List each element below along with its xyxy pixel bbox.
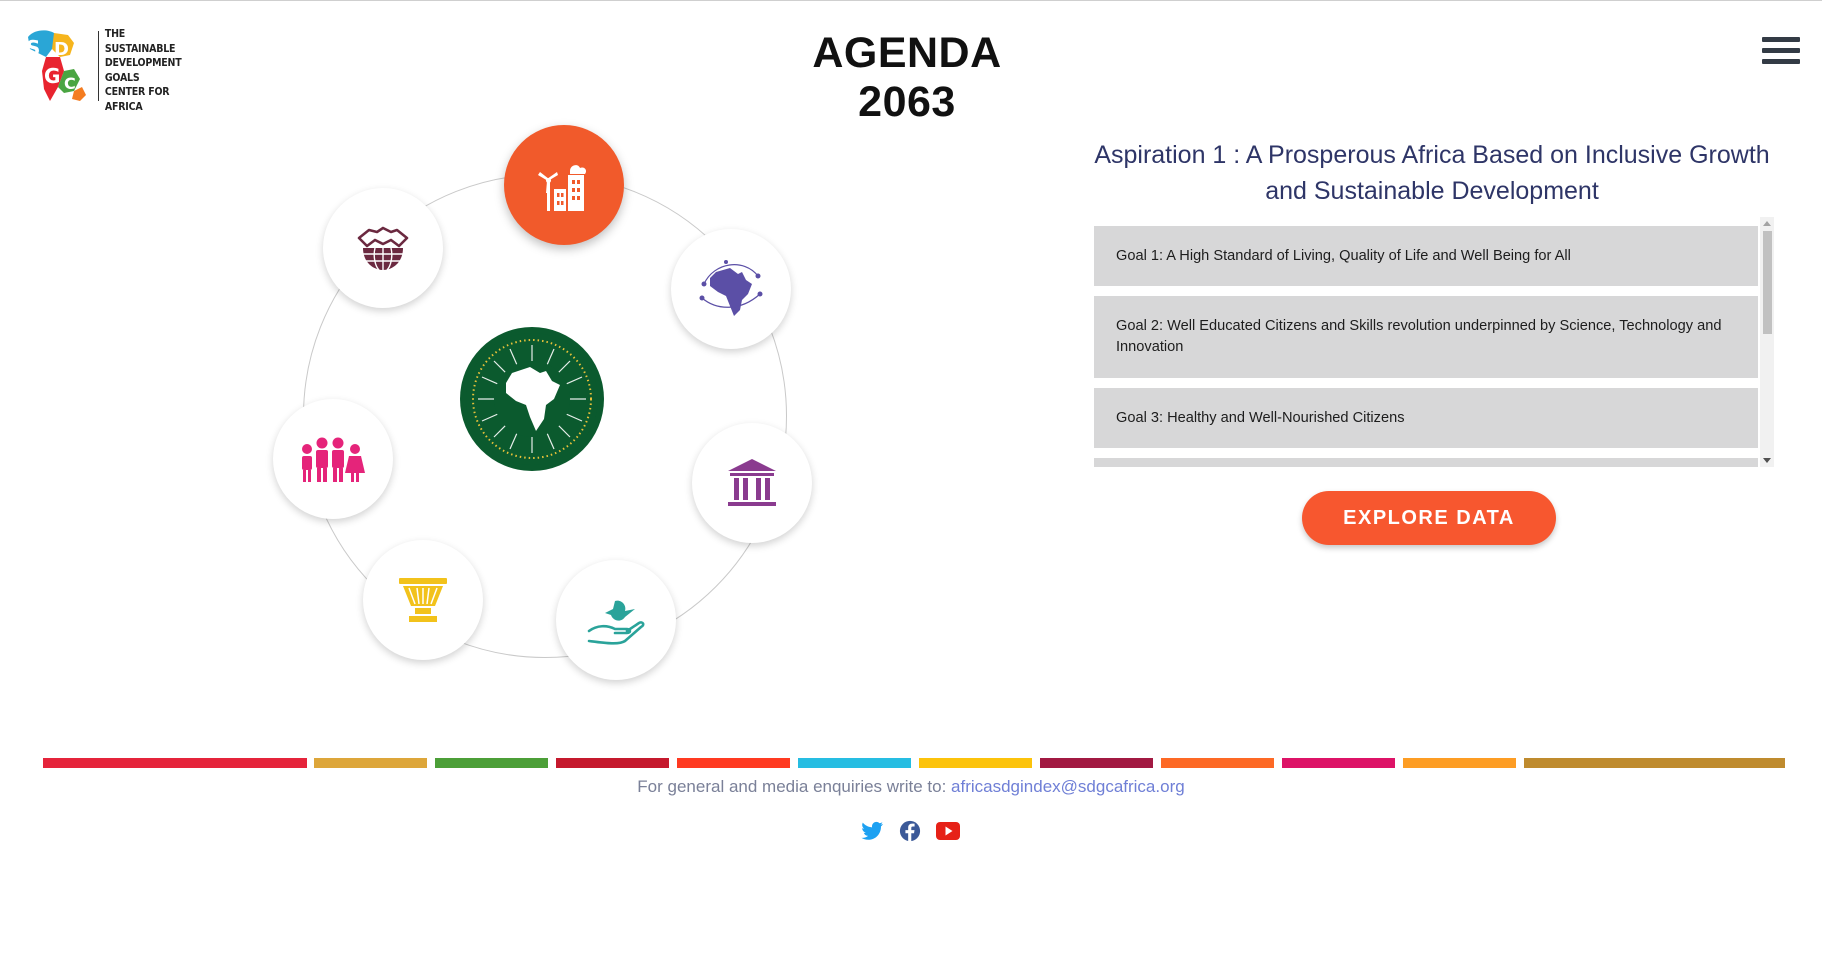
dove-hand-icon xyxy=(587,600,645,645)
scroll-thumb[interactable] xyxy=(1763,231,1772,334)
drum-icon xyxy=(399,578,447,622)
goal-item-2[interactable]: Goal 2: Well Educated Citizens and Skill… xyxy=(1094,296,1758,378)
twitter-link[interactable] xyxy=(860,819,884,843)
color-segment-11 xyxy=(1403,758,1516,768)
african-union-emblem-icon xyxy=(466,333,598,465)
wind-turbine-city-icon xyxy=(538,165,587,211)
social-links xyxy=(860,819,960,843)
logo-letter-s: S xyxy=(26,36,40,60)
youtube-link[interactable] xyxy=(936,819,960,843)
goal-item-4-partial[interactable] xyxy=(1094,458,1758,467)
color-segment-12 xyxy=(1524,758,1785,768)
logo-letter-c: C xyxy=(64,74,76,93)
facebook-link[interactable] xyxy=(898,819,922,843)
scroll-up-arrow-icon[interactable] xyxy=(1763,221,1771,226)
aspiration-7-node[interactable] xyxy=(323,188,443,308)
color-segment-6 xyxy=(798,758,911,768)
youtube-icon xyxy=(936,822,960,840)
aspirations-wheel xyxy=(250,121,830,701)
sdg-africa-logo-icon: S D G C xyxy=(24,27,94,105)
handshake-globe-icon xyxy=(357,226,409,271)
logo-letter-d: D xyxy=(54,39,69,60)
aspiration-2-node[interactable] xyxy=(671,229,791,349)
hamburger-menu-button[interactable] xyxy=(1762,37,1800,69)
institution-columns-icon xyxy=(728,459,776,506)
goal-label: Goal 3: Healthy and Well-Nourished Citiz… xyxy=(1116,409,1405,426)
goals-scrollbar[interactable] xyxy=(1760,217,1774,467)
facebook-icon xyxy=(899,820,921,842)
goals-list: Goal 1: A High Standard of Living, Quali… xyxy=(1094,217,1774,467)
sdg-center-logo[interactable]: S D G C THE SUSTAINABLE DEVELOPMENT GOAL… xyxy=(24,27,184,113)
color-segment-8 xyxy=(1040,758,1153,768)
scroll-down-arrow-icon[interactable] xyxy=(1763,458,1771,463)
color-segment-10 xyxy=(1282,758,1395,768)
family-people-icon xyxy=(302,437,365,482)
aspiration-title: Aspiration 1 : A Prosperous Africa Based… xyxy=(1094,141,1770,205)
logo-text: THE SUSTAINABLE DEVELOPMENT GOALS CENTER… xyxy=(104,28,182,113)
footer-enquiry: For general and media enquiries write to… xyxy=(0,777,1822,797)
logo-letter-g: G xyxy=(44,64,60,88)
explore-data-button[interactable]: EXPLORE DATA xyxy=(1302,491,1556,545)
africa-network-map-icon xyxy=(699,260,763,316)
goal-item-1[interactable]: Goal 1: A High Standard of Living, Quali… xyxy=(1094,226,1758,286)
color-segment-2 xyxy=(314,758,427,768)
aspiration-3-node[interactable] xyxy=(692,423,812,543)
color-segment-1 xyxy=(43,758,307,768)
aspiration-1-node[interactable] xyxy=(504,125,624,245)
footer-enquiry-text: For general and media enquiries write to… xyxy=(637,777,952,796)
color-segment-9 xyxy=(1161,758,1274,768)
aspiration-5-node[interactable] xyxy=(363,540,483,660)
color-segment-4 xyxy=(556,758,669,768)
color-segment-3 xyxy=(435,758,548,768)
twitter-icon xyxy=(861,821,883,840)
color-segment-5 xyxy=(677,758,790,768)
color-segment-7 xyxy=(919,758,1032,768)
goal-label: Goal 1: A High Standard of Living, Quali… xyxy=(1116,247,1571,264)
african-union-emblem xyxy=(460,327,604,471)
hamburger-icon xyxy=(1762,37,1800,64)
page-title: AGENDA 2063 xyxy=(812,29,1002,126)
footer-email-link[interactable]: africasdgindex@sdgcafrica.org xyxy=(951,777,1185,796)
aspiration-4-node[interactable] xyxy=(556,560,676,680)
logo-divider xyxy=(98,31,99,101)
aspiration-6-node[interactable] xyxy=(273,399,393,519)
goal-label: Goal 2: Well Educated Citizens and Skill… xyxy=(1116,318,1722,355)
goal-item-3[interactable]: Goal 3: Healthy and Well-Nourished Citiz… xyxy=(1094,388,1758,448)
